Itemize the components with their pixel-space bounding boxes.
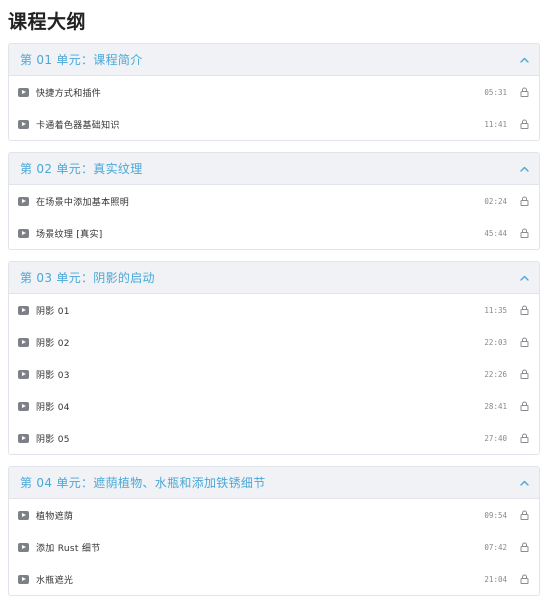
- lesson-title: 水瓶遮光: [36, 575, 74, 586]
- course-section: 第 03 单元：阴影的启动阴影 01 11:35 阴影 02 22:03 阴影 03 22…: [8, 261, 540, 455]
- lesson-duration: 05:31: [484, 87, 507, 97]
- lock-icon: [520, 542, 529, 552]
- lesson-row[interactable]: 在场景中添加基本照明 02:24: [9, 185, 539, 217]
- chevron-up-icon[interactable]: [519, 55, 529, 65]
- chevron-up-icon[interactable]: [519, 164, 529, 174]
- lock-icon: [520, 228, 529, 238]
- lesson-duration: 27:40: [484, 433, 507, 443]
- lesson-duration: 28:41: [484, 401, 507, 411]
- lesson-duration: 09:54: [484, 510, 507, 520]
- lesson-title: 阴影 05: [36, 434, 70, 445]
- section-header[interactable]: 第 04 单元：遮荫植物、水瓶和添加铁锈细节: [9, 467, 539, 499]
- lesson-duration: 07:42: [484, 542, 507, 552]
- lesson-title: 添加 Rust 细节: [36, 543, 101, 554]
- section-list: 第 01 单元：课程简介 快捷方式和插件 05:31 卡通着色器基础知识 11:41 第 …: [8, 43, 540, 596]
- play-icon: [18, 87, 29, 97]
- lesson-title: 阴影 02: [36, 338, 70, 349]
- lesson-row[interactable]: 添加 Rust 细节 07:42: [9, 531, 539, 563]
- lesson-row[interactable]: 水瓶遮光 21:04: [9, 563, 539, 595]
- lesson-row[interactable]: 植物遮荫 09:54: [9, 499, 539, 531]
- lock-icon: [520, 337, 529, 347]
- play-icon: [18, 369, 29, 379]
- lock-icon: [520, 369, 529, 379]
- lesson-title: 阴影 04: [36, 402, 70, 413]
- chevron-up-icon[interactable]: [519, 273, 529, 283]
- lesson-title: 阴影 01: [36, 306, 70, 317]
- lesson-row[interactable]: 阴影 01 11:35: [9, 294, 539, 326]
- lock-icon: [520, 305, 529, 315]
- section-title: 第 01 单元：课程简介: [20, 53, 143, 67]
- lock-icon: [520, 401, 529, 411]
- lesson-duration: 21:04: [484, 574, 507, 584]
- lesson-title: 在场景中添加基本照明: [36, 197, 130, 208]
- play-icon: [18, 196, 29, 206]
- lesson-title: 阴影 03: [36, 370, 70, 381]
- lesson-row[interactable]: 阴影 04 28:41: [9, 390, 539, 422]
- section-header[interactable]: 第 02 单元：真实纹理: [9, 153, 539, 185]
- lock-icon: [520, 433, 529, 443]
- play-icon: [18, 119, 29, 129]
- course-outline-page: 课程大纲 第 01 单元：课程简介快捷方式和插件 05:31 卡通着色器基础知识 11…: [0, 0, 548, 600]
- chevron-up-icon[interactable]: [519, 478, 529, 488]
- play-icon: [18, 305, 29, 315]
- section-header[interactable]: 第 03 单元：阴影的启动: [9, 262, 539, 294]
- course-section: 第 02 单元：真实纹理 在场景中添加基本照明 02:24 场景纹理 [真实] 45:4…: [8, 152, 540, 250]
- lesson-duration: 11:41: [484, 119, 507, 129]
- play-icon: [18, 510, 29, 520]
- lesson-row[interactable]: 阴影 05 27:40: [9, 422, 539, 454]
- course-section: 第 04 单元：遮荫植物、水瓶和添加铁锈细节植物遮荫 09:54 添加 Rust 细…: [8, 466, 540, 596]
- play-icon: [18, 337, 29, 347]
- play-icon: [18, 433, 29, 443]
- lock-icon: [520, 510, 529, 520]
- lesson-duration: 22:03: [484, 337, 507, 347]
- lesson-title: 植物遮荫: [36, 511, 74, 522]
- lesson-title: 快捷方式和插件: [36, 88, 102, 99]
- section-title: 第 02 单元：真实纹理: [20, 162, 143, 176]
- page-title: 课程大纲: [8, 11, 87, 33]
- course-section: 第 01 单元：课程简介快捷方式和插件 05:31 卡通着色器基础知识 11:41: [8, 43, 540, 141]
- lesson-title: 场景纹理 [真实]: [36, 229, 103, 240]
- section-title: 第 04 单元：遮荫植物、水瓶和添加铁锈细节: [20, 476, 266, 490]
- section-header[interactable]: 第 01 单元：课程简介: [9, 44, 539, 76]
- lock-icon: [520, 574, 529, 584]
- lesson-duration: 02:24: [484, 196, 507, 206]
- lock-icon: [520, 87, 529, 97]
- lesson-row[interactable]: 快捷方式和插件 05:31: [9, 76, 539, 108]
- lesson-row[interactable]: 场景纹理 [真实] 45:44: [9, 217, 539, 249]
- lesson-duration: 22:26: [484, 369, 507, 379]
- lesson-duration: 45:44: [484, 228, 507, 238]
- lesson-title: 卡通着色器基础知识: [36, 120, 120, 131]
- lock-icon: [520, 119, 529, 129]
- play-icon: [18, 574, 29, 584]
- lesson-row[interactable]: 卡通着色器基础知识 11:41: [9, 108, 539, 140]
- play-icon: [18, 542, 29, 552]
- section-title: 第 03 单元：阴影的启动: [20, 271, 155, 285]
- lock-icon: [520, 196, 529, 206]
- play-icon: [18, 401, 29, 411]
- lesson-duration: 11:35: [484, 305, 507, 315]
- play-icon: [18, 228, 29, 238]
- lesson-row[interactable]: 阴影 03 22:26: [9, 358, 539, 390]
- lesson-row[interactable]: 阴影 02 22:03: [9, 326, 539, 358]
